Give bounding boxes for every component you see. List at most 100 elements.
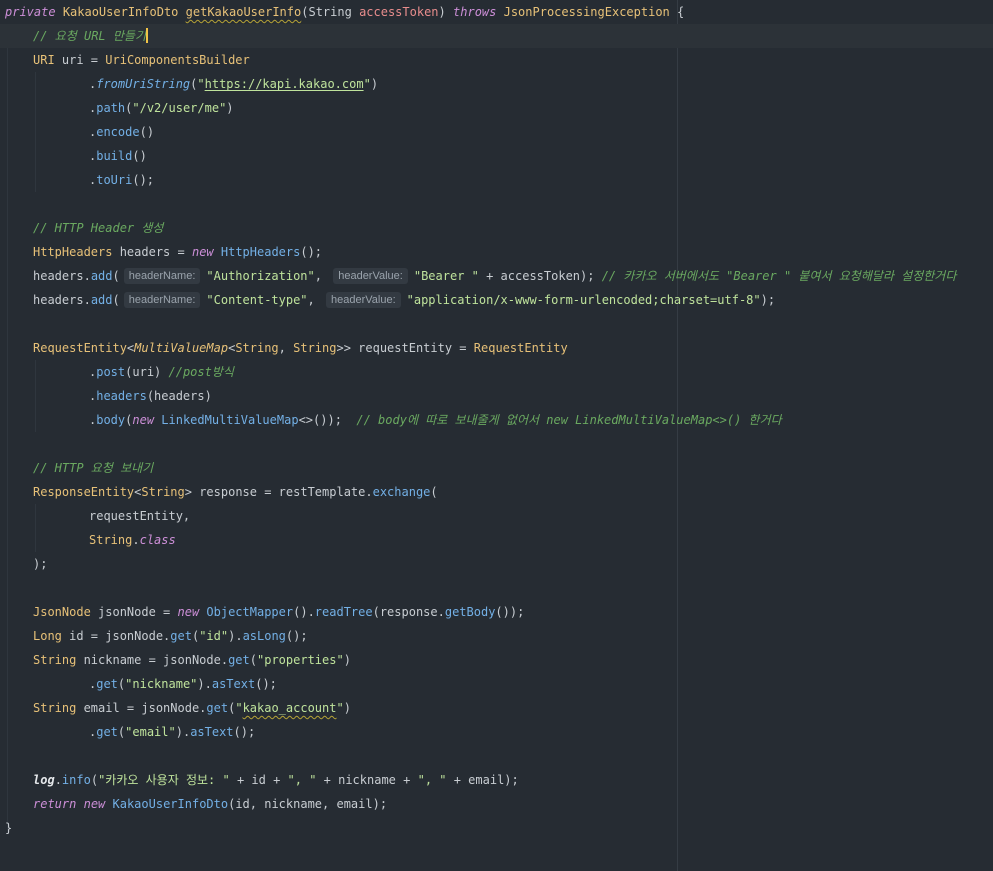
string: "email" (125, 725, 176, 739)
keyword: return (33, 797, 77, 811)
string: " (235, 701, 243, 715)
constructor: HttpHeaders (213, 245, 301, 259)
code-text: + id + (229, 773, 288, 787)
type-name: Long (33, 629, 62, 643)
punct: (); (132, 173, 155, 187)
string: "properties" (257, 653, 344, 667)
comment: // 요청 URL 만들기 (33, 29, 146, 43)
code-line[interactable]: ); (0, 552, 993, 576)
string: " (336, 701, 344, 715)
code-line[interactable]: HttpHeaders headers = new HttpHeaders(); (0, 240, 993, 264)
parameter-hint: headerValue: (326, 292, 401, 308)
code-line[interactable]: .toUri(); (0, 168, 993, 192)
code-line[interactable]: ResponseEntity<String> response = restTe… (0, 480, 993, 504)
code-editor[interactable]: private KakaoUserInfoDto getKakaoUserInf… (0, 0, 993, 871)
code-line[interactable]: requestEntity, (0, 504, 993, 528)
code-line[interactable]: .get("nickname").asText(); (0, 672, 993, 696)
code-line[interactable]: String.class (0, 528, 993, 552)
method-call: asLong (242, 629, 286, 643)
punct: ( (112, 293, 120, 307)
method-call: get (96, 725, 118, 739)
comment: //post방식 (168, 365, 234, 379)
type-name: HttpHeaders (33, 245, 113, 259)
type-name: String (141, 485, 185, 499)
punct: (); (300, 245, 323, 259)
punct: (); (233, 725, 256, 739)
type-name: URI (33, 53, 55, 67)
code-text: headers (33, 269, 84, 283)
punct: ( (249, 653, 257, 667)
code-line[interactable]: .fromUriString("https://kapi.kakao.com") (0, 72, 993, 96)
code-text: headers (33, 293, 84, 307)
code-line[interactable]: Long id = jsonNode.get("id").asLong(); (0, 624, 993, 648)
code-line[interactable]: .path("/v2/user/me") (0, 96, 993, 120)
code-line[interactable]: .headers(headers) (0, 384, 993, 408)
code-line[interactable]: URI uri = UriComponentsBuilder (0, 48, 993, 72)
punct: ); (760, 293, 776, 307)
code-text: email = jsonNode. (76, 701, 207, 715)
code-line[interactable]: // HTTP Header 생성 (0, 216, 993, 240)
code-text: (uri) (125, 365, 169, 379)
punct: ) (343, 653, 351, 667)
method-call: post (96, 365, 126, 379)
method-call: add (90, 293, 113, 307)
keyword: throws (453, 5, 497, 19)
punct: ); (33, 557, 48, 571)
punct: , (307, 293, 322, 307)
type-name: String (308, 5, 352, 19)
string: "Content-type" (206, 293, 308, 307)
punct: . (83, 293, 91, 307)
code-text: response = restTemplate. (191, 485, 373, 499)
type-name: UriComponentsBuilder (105, 53, 250, 67)
type-name: RequestEntity (33, 341, 127, 355)
punct: <> (298, 413, 314, 427)
punct: . (307, 605, 315, 619)
code-line[interactable]: headers.add(headerName: "Authorization", … (0, 264, 993, 288)
punct: (); (285, 629, 308, 643)
punct: ) (226, 101, 234, 115)
string: "id" (199, 629, 229, 643)
code-line[interactable]: .encode() (0, 120, 993, 144)
code-line-current[interactable]: // 요청 URL 만들기 (0, 24, 993, 48)
punct: ). (175, 725, 191, 739)
code-line[interactable]: log.info("카카오 사용자 정보: " + id + ", " + ni… (0, 768, 993, 792)
punct: () (139, 125, 155, 139)
method-call: fromUriString (96, 77, 191, 91)
type-name: KakaoUserInfoDto (62, 5, 179, 19)
code-text: (id, nickname, email); (228, 797, 388, 811)
code-line[interactable]: } (0, 816, 993, 840)
code-line[interactable]: return new KakaoUserInfoDto(id, nickname… (0, 792, 993, 816)
code-line[interactable]: .build() (0, 144, 993, 168)
code-line[interactable]: String email = jsonNode.get("kakao_accou… (0, 696, 993, 720)
code-line[interactable]: .post(uri) //post방식 (0, 360, 993, 384)
method-call: path (96, 101, 126, 115)
code-line[interactable]: private KakaoUserInfoDto getKakaoUserInf… (0, 0, 993, 24)
code-line[interactable]: headers.add(headerName: "Content-type", h… (0, 288, 993, 312)
type-name: RequestEntity (473, 341, 568, 355)
code-text: + nickname + (316, 773, 418, 787)
keyword: new (191, 245, 214, 259)
code-text: + accessToken); (478, 269, 602, 283)
type-name: MultiValueMap (134, 341, 229, 355)
punct: ). (197, 677, 212, 691)
code-line[interactable]: JsonNode jsonNode = new ObjectMapper().r… (0, 600, 993, 624)
code-text: requestEntity = (350, 341, 474, 355)
method-call: readTree (314, 605, 373, 619)
punct: ( (90, 773, 99, 787)
string: "nickname" (125, 677, 198, 691)
url-link[interactable]: https://kapi.kakao.com (205, 77, 364, 91)
code-line[interactable]: String nickname = jsonNode.get("properti… (0, 648, 993, 672)
code-line[interactable]: .get("email").asText(); (0, 720, 993, 744)
method-call: asText (211, 677, 256, 691)
code-line[interactable]: .body(new LinkedMultiValueMap<>()); // b… (0, 408, 993, 432)
string: ", " (287, 773, 317, 787)
code-line[interactable]: // HTTP 요청 보내기 (0, 456, 993, 480)
punct: . (54, 773, 62, 787)
code-line[interactable]: RequestEntity<MultiValueMap<String, Stri… (0, 336, 993, 360)
string: "Authorization" (206, 269, 315, 283)
punct: } (5, 821, 13, 835)
punct: . (132, 533, 140, 547)
string: " (197, 77, 205, 91)
punct: ). (228, 629, 243, 643)
punct: , (278, 341, 294, 355)
